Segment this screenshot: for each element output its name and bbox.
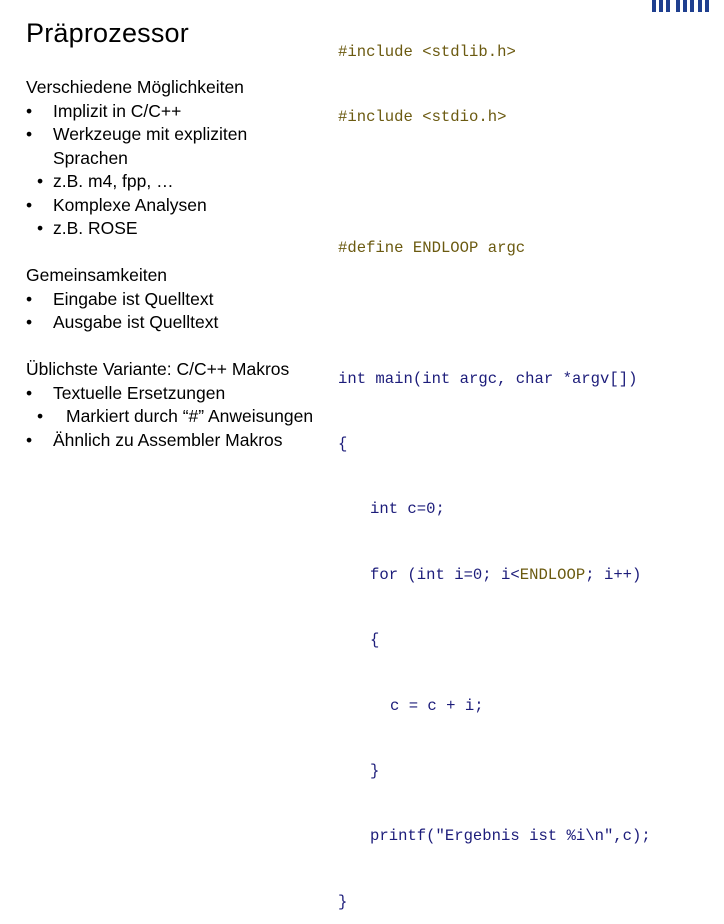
code-define-value: ENDLOOP argc [412,238,526,257]
bullet-icon: • [26,312,33,332]
list-item: • Textuelle Ersetzungen [26,382,366,406]
section-heading: Üblichste Variante: C/C++ Makros [26,359,290,379]
section-heading: Verschiedene Möglichkeiten [26,77,244,97]
list-item: • Eingabe ist Quelltext [26,288,366,312]
code-line: } [370,761,380,780]
code-line: for (int i=0; i<ENDLOOP; i++) [338,565,651,587]
list-item-text: z.B. m4, fpp, … [53,171,174,191]
code-line: { [370,631,380,650]
code-define-keyword: #define [338,238,413,257]
bullet-icon: • [26,194,33,215]
bullet-icon: • [37,218,44,238]
bullet-icon: • [26,429,33,450]
bullet-icon: • [26,124,33,144]
list-item-text: Ähnlich zu Assembler Makros [53,429,283,450]
list-item: • Implizit in C/C++ [26,100,366,124]
code-line: c = c + i; [390,696,484,715]
bullet-icon: • [26,100,33,121]
code-line: #include <stdlib.h> [338,42,516,61]
section-heading: Gemeinsamkeiten [26,265,168,285]
code-line: #include <stdio.h> [338,107,507,126]
code-segment: for (int i=0; i< [370,565,520,584]
code-line: int c=0; [370,500,445,519]
list-item: • Werkzeuge mit expliziten [26,123,366,147]
list-item-text: Textuelle Ersetzungen [53,382,226,403]
list-item-continuation: Sprachen [53,147,128,168]
code-line: int main(int argc, char *argv[]) [338,369,638,388]
code-line: } [338,892,348,911]
list-item: • Komplexe Analysen [26,194,366,218]
list-item-text: Implizit in C/C++ [53,100,182,121]
bullet-icon: • [37,171,44,191]
list-item-text: Komplexe Analysen [53,194,207,215]
slide-title: Präprozessor [26,18,189,48]
list-item-text: Markiert durch “#” Anweisungen [66,406,314,426]
bullet-content: Verschiedene Möglichkeiten • Implizit in … [26,76,366,452]
code-line: #define ENDLOOP argc [338,238,651,260]
list-item: • z.B. m4, fpp, … [26,170,366,194]
code-block: #include <stdlib.h> #include <stdio.h> #… [338,0,651,924]
list-item: • Markiert durch “#” Anweisungen [26,405,366,429]
list-item: • z.B. ROSE [26,217,366,241]
code-macro: ENDLOOP [519,565,586,584]
code-segment: ; i++) [585,565,642,584]
list-item-text: Ausgabe ist Quelltext [53,312,219,332]
bullet-icon: • [26,382,33,403]
list-item-text: Werkzeuge mit expliziten [53,124,248,144]
list-item-text: Eingabe ist Quelltext [53,288,214,309]
list-item: • Ähnlich zu Assembler Makros [26,429,366,453]
bullet-icon: • [37,406,44,426]
bullet-icon: • [26,288,33,309]
code-line: printf("Ergebnis ist %i\n",c); [370,827,651,846]
code-line: { [338,434,348,453]
list-item: • Ausgabe ist Quelltext [26,311,366,335]
list-item-text: z.B. ROSE [53,218,138,238]
tum-logo-icon [652,0,709,12]
